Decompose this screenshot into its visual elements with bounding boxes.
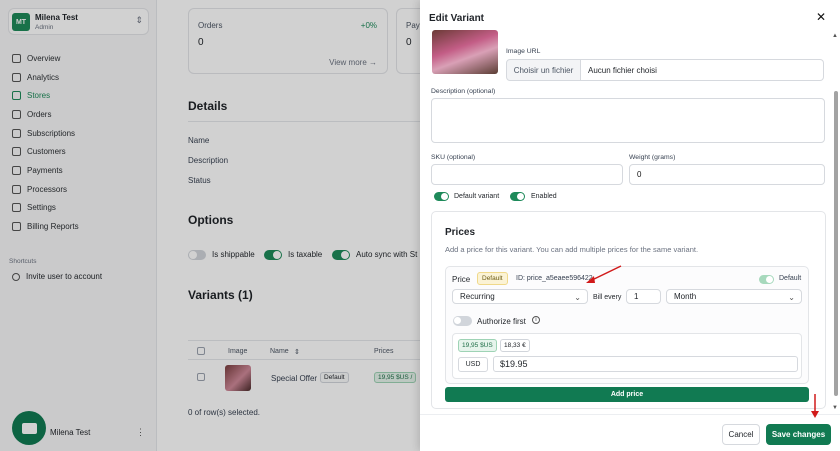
authorize-first-toggle[interactable] (453, 316, 472, 326)
enabled-toggle[interactable] (510, 192, 525, 201)
prices-heading: Prices (445, 227, 476, 238)
save-changes-button[interactable]: Save changes (766, 424, 831, 445)
weight-input[interactable]: 0 (629, 164, 825, 185)
scrollbar-thumb[interactable] (834, 91, 838, 396)
variant-image-preview (432, 30, 498, 74)
close-icon[interactable]: ✕ (816, 10, 826, 24)
default-variant-toggle[interactable] (434, 192, 449, 201)
interval-select[interactable]: Month ⌄ (666, 289, 802, 304)
footer-divider (420, 414, 840, 415)
default-toggle-label: Default (779, 275, 802, 282)
price-id: ID: price_a5eaee596422 (516, 275, 593, 282)
modal-title: Edit Variant (429, 13, 485, 24)
default-badge: Default (477, 272, 508, 285)
authorize-first-label: Authorize first (477, 317, 526, 326)
scroll-down-icon[interactable]: ▼ (832, 405, 838, 411)
price-label: Price (452, 275, 471, 284)
chevron-down-icon: ⌄ (574, 293, 581, 302)
prices-description: Add a price for this variant. You can ad… (445, 245, 699, 254)
toggle-label: Enabled (531, 193, 557, 200)
select-value: Month (674, 292, 697, 301)
sku-input[interactable] (431, 164, 623, 185)
sku-label: SKU (optional) (431, 154, 476, 161)
bill-every-label: Bill every (593, 294, 622, 301)
toggle-label: Default variant (454, 193, 500, 200)
choose-file-button[interactable]: Choisir un fichier (506, 59, 581, 81)
add-price-button[interactable]: Add price (445, 387, 809, 402)
weight-label: Weight (grams) (629, 154, 676, 161)
select-value: Recurring (460, 292, 495, 301)
edit-variant-drawer: Edit Variant ✕ Image URL Choisir un fich… (420, 0, 840, 451)
description-textarea[interactable] (431, 98, 825, 143)
prices-section: Prices Add a price for this variant. You… (431, 211, 826, 409)
amount-input[interactable]: $19.95 (493, 356, 798, 372)
chevron-down-icon: ⌄ (788, 293, 795, 302)
scroll-up-icon[interactable]: ▲ (832, 33, 838, 39)
currency-chip-eur[interactable]: 18,33 € (500, 339, 530, 352)
currency-label: USD (458, 357, 488, 372)
cancel-button[interactable]: Cancel (722, 424, 760, 445)
price-amount-group: 19,95 $US 18,33 € USD $19.95 (452, 333, 802, 379)
image-url-label: Image URL (506, 48, 541, 55)
description-label: Description (optional) (431, 88, 496, 95)
interval-count-input[interactable]: 1 (626, 289, 661, 304)
price-card: Price Default ID: price_a5eaee596422 Def… (445, 266, 809, 384)
file-name-display: Aucun fichier choisi (581, 59, 824, 81)
default-price-toggle[interactable] (759, 275, 774, 284)
info-icon[interactable]: i (532, 316, 540, 324)
billing-type-select[interactable]: Recurring ⌄ (452, 289, 588, 304)
currency-chip-usd[interactable]: 19,95 $US (458, 339, 497, 352)
